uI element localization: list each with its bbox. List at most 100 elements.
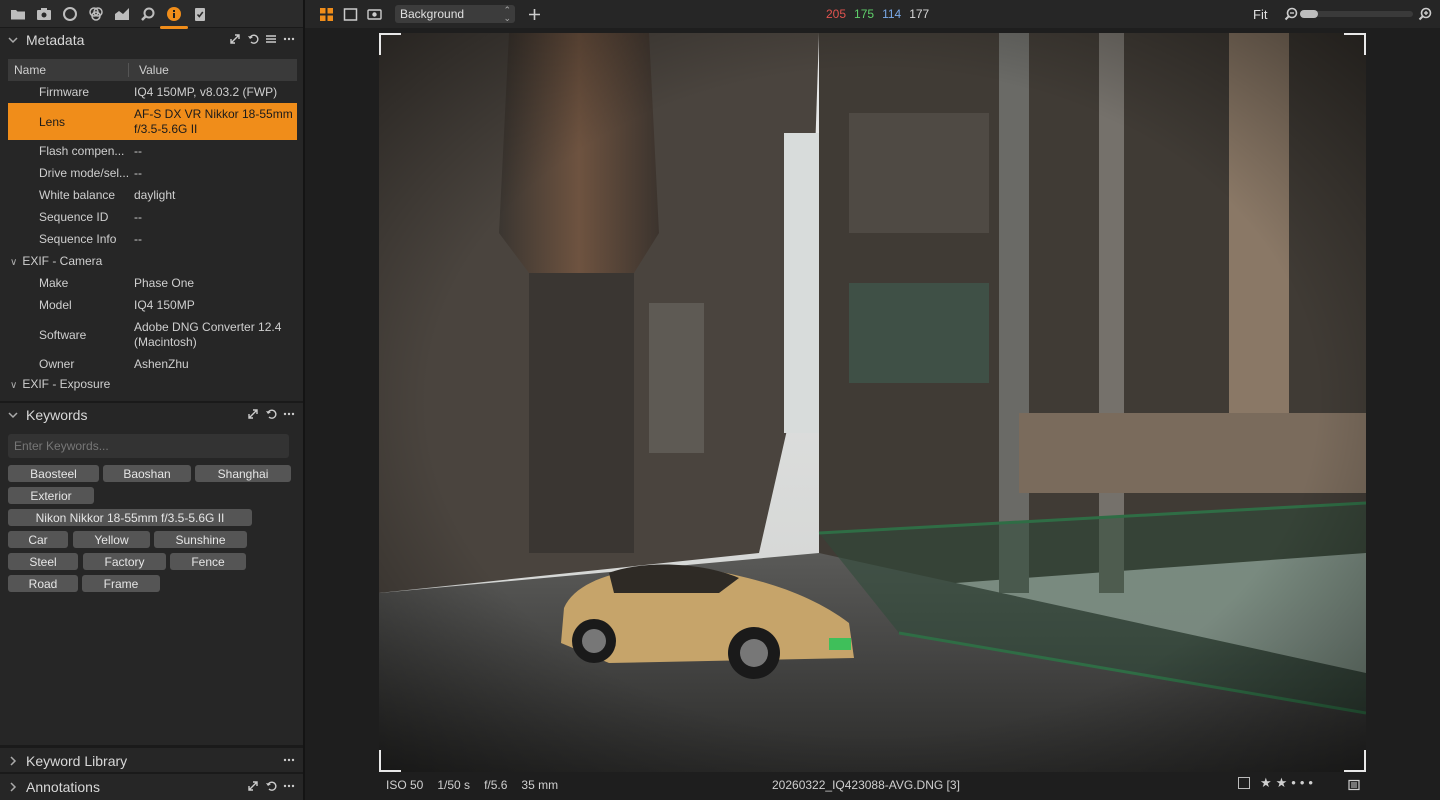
metadata-key: Flash compen... <box>39 144 125 158</box>
camera-icon[interactable] <box>34 4 54 24</box>
more-icon[interactable] <box>283 753 295 769</box>
keyword-chip[interactable]: Frame <box>82 575 160 592</box>
metadata-row-software[interactable]: Software Adobe DNG Converter 12.4 (Macin… <box>8 316 297 353</box>
metadata-group-exif-exposure[interactable]: ∨ EXIF - Exposure <box>8 375 297 393</box>
keyword-library-panel-header[interactable]: Keyword Library <box>0 749 303 773</box>
green-value: 175 <box>854 7 875 21</box>
metadata-row-lens[interactable]: Lens AF-S DX VR Nikkor 18-55mm f/3.5-5.6… <box>8 103 297 140</box>
metadata-value: -- <box>134 231 142 246</box>
metadata-value: AF-S DX VR Nikkor 18-55mm f/3.5-5.6G II <box>134 106 293 136</box>
metadata-row-firmware[interactable]: Firmware IQ4 150MP, v8.03.2 (FWP) <box>8 81 297 103</box>
lens-circle-icon[interactable] <box>60 4 80 24</box>
crop-corner[interactable] <box>379 33 401 55</box>
keyword-chip[interactable]: Car <box>8 531 68 548</box>
exposure-icon[interactable] <box>112 4 132 24</box>
folder-icon[interactable] <box>8 4 28 24</box>
add-icon[interactable] <box>525 5 543 23</box>
zoom-fit-label[interactable]: Fit <box>1253 7 1267 22</box>
keyword-chip[interactable]: Baoshan <box>103 465 191 482</box>
grid-view-icon[interactable] <box>317 5 335 23</box>
star-rating[interactable]: ★★••• <box>1260 775 1317 791</box>
reset-icon[interactable] <box>247 32 259 48</box>
color-circles-icon[interactable] <box>86 4 106 24</box>
column-name-header[interactable]: Name <box>8 63 129 77</box>
annotations-panel-header[interactable]: Annotations <box>0 775 303 799</box>
panel-divider[interactable] <box>0 745 303 748</box>
clipboard-check-icon[interactable] <box>190 4 210 24</box>
metadata-value: IQ4 150MP <box>134 297 195 312</box>
keyword-chip[interactable]: Factory <box>83 553 166 570</box>
metadata-row-white-balance[interactable]: White balance daylight <box>8 184 297 206</box>
exif-summary: ISO 50 1/50 s f/5.6 35 mm <box>386 778 558 792</box>
chevron-down-icon[interactable] <box>8 410 18 420</box>
metadata-row-model[interactable]: Model IQ4 150MP <box>8 294 297 316</box>
image-viewer[interactable] <box>305 28 1440 772</box>
metadata-row-sequence-id[interactable]: Sequence ID -- <box>8 206 297 228</box>
eye-icon[interactable] <box>365 5 383 23</box>
crop-corner[interactable] <box>379 750 401 772</box>
metadata-table: Name Value Firmware IQ4 150MP, v8.03.2 (… <box>8 59 297 393</box>
search-loupe-icon[interactable] <box>138 4 158 24</box>
updown-chevron-icon: ⌃ ⌄ <box>503 5 511 23</box>
keyword-chip[interactable]: Fence <box>170 553 246 570</box>
metadata-panel-header[interactable]: Metadata <box>0 28 303 52</box>
reset-icon[interactable] <box>265 407 277 423</box>
menu-lines-icon[interactable] <box>265 32 277 48</box>
keyword-chip[interactable]: Shanghai <box>195 465 291 482</box>
keyword-chip[interactable]: Yellow <box>73 531 150 548</box>
metadata-row-sequence-info[interactable]: Sequence Info -- <box>8 228 297 250</box>
chevron-down-icon[interactable]: ∨ <box>10 257 17 268</box>
metadata-key: Make <box>39 276 69 290</box>
blue-value: 114 <box>882 7 902 21</box>
group-label: EXIF - Camera <box>22 254 103 268</box>
chevron-down-icon[interactable]: ∨ <box>10 380 17 391</box>
rgb-readout: 205 175 114 177 <box>826 7 929 21</box>
info-icon[interactable] <box>160 4 188 29</box>
keyword-chip[interactable]: Road <box>8 575 78 592</box>
keyword-chip[interactable]: Steel <box>8 553 78 570</box>
more-icon[interactable] <box>283 407 295 423</box>
metadata-row-drive-mode[interactable]: Drive mode/sel... -- <box>8 162 297 184</box>
metadata-row-flash[interactable]: Flash compen... -- <box>8 140 297 162</box>
focal-length-value: 35 mm <box>521 778 559 792</box>
keyword-chip[interactable]: Exterior <box>8 487 94 504</box>
keyword-library-title: Keyword Library <box>26 753 128 769</box>
zoom-slider-handle[interactable] <box>1300 10 1318 18</box>
more-icon[interactable] <box>283 32 295 48</box>
keyword-chip[interactable]: Sunshine <box>154 531 247 548</box>
metadata-key: Drive mode/sel... <box>39 166 130 180</box>
photo-industrial-site-with-car[interactable] <box>379 33 1366 772</box>
crop-corner[interactable] <box>1344 33 1366 55</box>
panel-divider[interactable] <box>0 772 303 774</box>
tool-tabs <box>0 0 303 29</box>
keywords-panel-header[interactable]: Keywords <box>0 403 303 427</box>
keyword-chip[interactable]: Nikon Nikkor 18-55mm f/3.5-5.6G II <box>8 509 252 526</box>
keyword-chip[interactable]: Baosteel <box>8 465 99 482</box>
single-view-icon[interactable] <box>341 5 359 23</box>
metadata-value: daylight <box>134 187 176 202</box>
reset-icon[interactable] <box>265 779 277 795</box>
metadata-value: Adobe DNG Converter 12.4 (Macintosh) <box>134 319 282 349</box>
expand-icon[interactable] <box>247 407 259 423</box>
expand-icon[interactable] <box>247 779 259 795</box>
chevron-down-icon[interactable] <box>8 35 18 45</box>
chevron-right-icon[interactable] <box>8 782 18 792</box>
zoom-out-icon[interactable] <box>1284 7 1298 24</box>
list-menu-icon[interactable] <box>1348 779 1360 794</box>
keyword-input[interactable]: Enter Keywords... <box>8 434 289 458</box>
metadata-group-exif-camera[interactable]: ∨ EXIF - Camera <box>8 250 297 272</box>
color-tag-checkbox[interactable] <box>1238 777 1250 789</box>
metadata-row-owner[interactable]: Owner AshenZhu <box>8 353 297 375</box>
metadata-key: Sequence ID <box>39 210 109 224</box>
chevron-right-icon[interactable] <box>8 756 18 766</box>
zoom-in-icon[interactable] <box>1418 7 1432 24</box>
more-icon[interactable] <box>283 779 295 795</box>
metadata-title: Metadata <box>26 32 85 48</box>
metadata-key: Software <box>39 327 87 342</box>
metadata-row-make[interactable]: Make Phase One <box>8 272 297 294</box>
column-value-header[interactable]: Value <box>129 63 169 77</box>
expand-icon[interactable] <box>229 32 241 48</box>
background-select[interactable]: Background ⌃ ⌄ <box>395 5 515 23</box>
red-value: 205 <box>826 7 847 21</box>
crop-corner[interactable] <box>1344 750 1366 772</box>
